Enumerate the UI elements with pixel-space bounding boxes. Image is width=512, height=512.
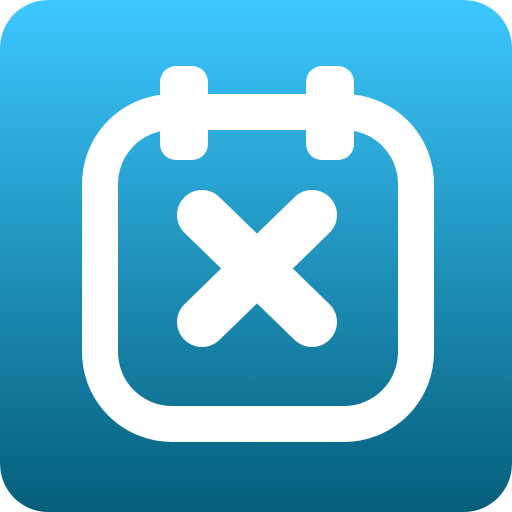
calendar-cancel-icon [0,0,512,512]
calendar-ring-left [160,66,208,160]
app-icon[interactable] [0,0,512,512]
calendar-ring-right [306,66,354,160]
